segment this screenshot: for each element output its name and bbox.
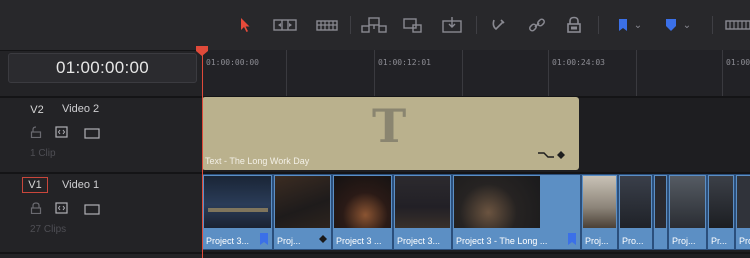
video-clip[interactable] (653, 174, 668, 250)
ruler-tick (286, 50, 287, 96)
video-clip[interactable]: Pro... (618, 174, 653, 250)
track-lock-icon[interactable] (30, 201, 42, 219)
toolbar-separator (598, 16, 599, 34)
auto-select-icon[interactable] (55, 201, 68, 219)
track-tag-v2[interactable]: V2 (24, 102, 50, 118)
marker-icon[interactable]: ⌄ (662, 14, 694, 36)
video-clip-label: Project 3 ... (336, 236, 382, 246)
video-clip[interactable]: Proj... (273, 174, 332, 250)
position-lock-icon[interactable] (564, 14, 584, 36)
track-name-v1[interactable]: Video 1 (62, 179, 99, 191)
clip-count-v1: 27 Clips (30, 224, 67, 235)
timeline-toolbar: ⌄ ⌄ (0, 0, 750, 51)
select-arrow-icon[interactable] (238, 14, 252, 36)
ruler-tick (636, 50, 637, 96)
chevron-down-icon[interactable]: ⌄ (683, 20, 691, 31)
title-clip-label: Text - The Long Work Day (205, 156, 310, 166)
track-header-v2: V2 Video 2 1 Clip (0, 98, 203, 172)
video-clip[interactable]: Project 3 ... (332, 174, 393, 250)
video-clip-label: Project 3... (397, 236, 441, 246)
chevron-down-icon[interactable]: ⌄ (634, 20, 642, 31)
ruler-tick (548, 50, 549, 96)
clip-count-v2: 1 Clip (30, 148, 56, 159)
ruler-label: 01:00:00:00 (206, 58, 259, 67)
ruler-tick (374, 50, 375, 96)
toolbar-separator (712, 16, 713, 34)
video-clip-label: Pro... (622, 236, 644, 246)
playhead-handle-icon[interactable] (196, 46, 208, 56)
timecode-display[interactable]: 01:00:00:00 (8, 53, 197, 83)
text-glyph-icon: T (372, 99, 407, 153)
video-clip-label: Project 3... (206, 236, 250, 246)
track-divider (0, 252, 750, 254)
playhead-line[interactable] (202, 50, 203, 258)
ruler-label: 01:00:12:01 (378, 58, 431, 67)
clip-keyframe-icon (319, 235, 327, 243)
keyframe-curve-icon[interactable] (537, 147, 567, 165)
timeline-ruler[interactable]: 01:00:00:00 01:00:12:01 01:00:24:03 01:0… (202, 50, 750, 96)
toolbar-separator (350, 16, 351, 34)
video-clip-label: Proj... (585, 236, 609, 246)
clip-flag-icon (260, 233, 268, 245)
video-clip[interactable]: Proj... (581, 174, 618, 250)
video-clip-label: Project 3 - The Long ... (456, 236, 548, 246)
video-clip[interactable]: Pr... (707, 174, 735, 250)
overwrite-clip-icon[interactable] (400, 14, 424, 36)
ruler-tick (462, 50, 463, 96)
auto-select-icon[interactable] (55, 125, 68, 143)
video-clip[interactable]: Project 3... (202, 174, 273, 250)
dynamic-trim-icon[interactable] (314, 14, 340, 36)
video-clip[interactable]: Pro... (735, 174, 750, 250)
flag-icon[interactable]: ⌄ (614, 14, 646, 36)
video-clip-label: Proj... (277, 236, 301, 246)
ruler-tick (722, 50, 723, 96)
zoom-icon[interactable] (724, 14, 750, 36)
ruler-label: 01:00 (726, 58, 750, 67)
insert-clip-icon[interactable] (360, 14, 388, 36)
snapping-icon[interactable] (488, 14, 510, 36)
video-clip-label: Proj... (672, 236, 696, 246)
clip-flag-icon (568, 233, 576, 245)
replace-clip-icon[interactable] (440, 14, 464, 36)
track-tag-v1[interactable]: V1 (22, 177, 48, 193)
toolbar-separator (476, 16, 477, 34)
track-header-v1: V1 Video 1 27 Clips (0, 174, 203, 258)
track-lock-icon[interactable] (30, 125, 42, 143)
video-clip[interactable]: Project 3... (393, 174, 452, 250)
track-visibility-icon[interactable] (84, 202, 100, 220)
track-visibility-icon[interactable] (84, 126, 100, 144)
trim-icon[interactable] (272, 14, 298, 36)
video-clip-label: Pr... (711, 236, 728, 246)
video-clip[interactable]: Project 3 - The Long ... (452, 174, 581, 250)
linked-selection-icon[interactable] (526, 14, 548, 36)
video-clip-label: Pro... (739, 236, 750, 246)
ruler-label: 01:00:24:03 (552, 58, 605, 67)
track-name-v2[interactable]: Video 2 (62, 103, 99, 115)
title-clip[interactable]: T Text - The Long Work Day (202, 97, 579, 170)
video-clip[interactable]: Proj... (668, 174, 707, 250)
